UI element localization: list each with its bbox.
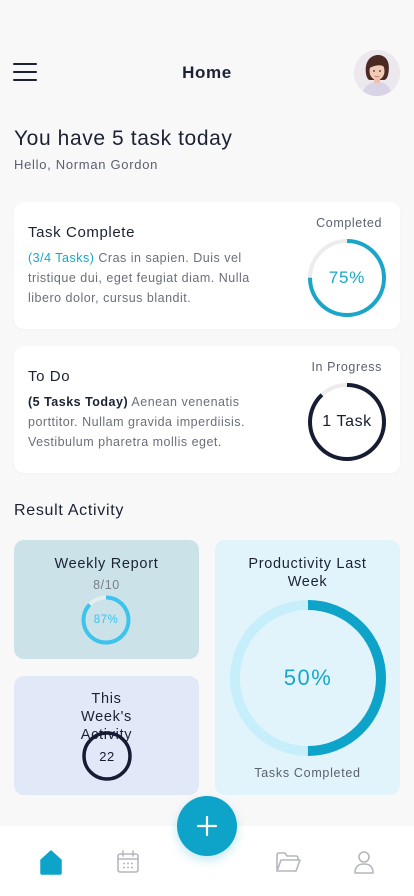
- greeting-title: You have 5 task today: [14, 127, 233, 150]
- app-header: Home: [0, 46, 414, 98]
- page-title: Home: [182, 63, 232, 82]
- profile-icon[interactable]: [350, 848, 378, 876]
- todo-title: To Do: [28, 368, 71, 385]
- todo-ring: 1 Task: [307, 382, 387, 462]
- task-complete-percent: 75%: [328, 268, 366, 287]
- productivity-caption: Tasks Completed: [254, 766, 361, 780]
- weekly-report-ring: 87%: [81, 595, 131, 645]
- result-activity-title: Result Activity: [14, 502, 125, 519]
- productivity-tile[interactable]: Productivity Last Week 50% Tasks Complet…: [215, 540, 400, 795]
- todo-card[interactable]: To Do (5 Tasks Today) Aenean venenatis p…: [14, 346, 400, 473]
- task-complete-card[interactable]: Task Complete (3/4 Tasks) Cras in sapien…: [14, 202, 400, 329]
- this-week-activity-tile[interactable]: This Week's Activity 22: [14, 676, 199, 795]
- plus-icon: [196, 815, 218, 837]
- weekly-report-percent: 87%: [93, 614, 119, 626]
- this-week-activity-ring: 22: [82, 731, 132, 781]
- folder-icon[interactable]: [274, 848, 302, 876]
- home-icon[interactable]: [37, 848, 65, 876]
- task-complete-ring: 75%: [307, 238, 387, 318]
- weekly-report-tile[interactable]: Weekly Report 8/10 87%: [14, 540, 199, 659]
- add-task-button[interactable]: [177, 796, 237, 856]
- weekly-report-score: 8/10: [93, 578, 120, 592]
- todo-count: (5 Tasks Today): [28, 395, 129, 409]
- task-complete-count: (3/4 Tasks): [28, 251, 95, 265]
- productivity-title: Productivity Last Week: [248, 556, 367, 590]
- productivity-ring: 50%: [230, 600, 386, 756]
- task-complete-description: (3/4 Tasks) Cras in sapien. Duis vel tri…: [28, 248, 286, 308]
- todo-status: In Progress: [311, 360, 382, 374]
- task-complete-title: Task Complete: [28, 224, 136, 241]
- calendar-icon[interactable]: [114, 848, 142, 876]
- weekly-report-title: Weekly Report: [54, 556, 159, 572]
- productivity-percent: 50%: [283, 665, 333, 690]
- greeting-subtitle: Hello, Norman Gordon: [14, 157, 159, 172]
- task-complete-status: Completed: [316, 216, 382, 230]
- this-week-activity-count: 22: [99, 748, 115, 764]
- todo-description: (5 Tasks Today) Aenean venenatis porttit…: [28, 392, 286, 452]
- avatar-image: [354, 50, 400, 96]
- avatar[interactable]: [354, 50, 400, 96]
- todo-ring-label: 1 Task: [322, 413, 372, 430]
